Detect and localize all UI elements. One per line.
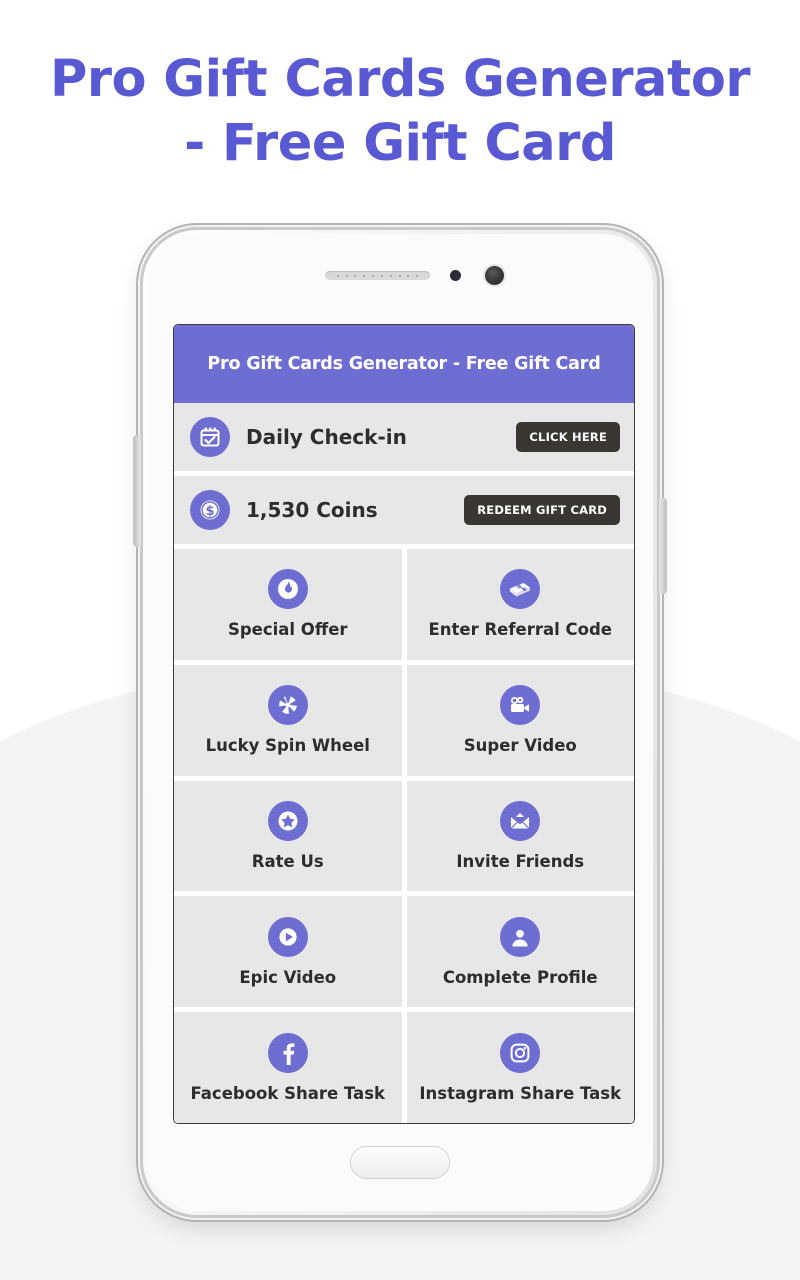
earpiece-speaker-icon <box>325 271 430 280</box>
facebook-icon <box>267 1032 308 1073</box>
tile-super-video[interactable]: Super Video <box>406 664 634 776</box>
tile-label: Enter Referral Code <box>428 620 613 640</box>
daily-checkin-row[interactable]: Daily Check-in CLICK HERE <box>174 403 634 471</box>
tile-lucky-spin-wheel[interactable]: Lucky Spin Wheel <box>174 664 402 776</box>
svg-text:$: $ <box>205 504 214 519</box>
tile-special-offer[interactable]: Special Offer <box>174 549 402 660</box>
phone-body: Pro Gift Cards Generator - Free Gift Car… <box>147 234 653 1211</box>
proximity-sensor-icon <box>450 270 461 281</box>
power-button[interactable] <box>659 498 667 594</box>
app-bar-title: Pro Gift Cards Generator - Free Gift Car… <box>207 354 601 374</box>
tile-epic-video[interactable]: Epic Video <box>174 896 402 1008</box>
daily-checkin-button[interactable]: CLICK HERE <box>516 422 620 452</box>
play-circle-icon <box>267 916 308 957</box>
redeem-gift-card-button[interactable]: REDEEM GIFT CARD <box>464 495 620 525</box>
front-camera-icon <box>485 266 504 285</box>
tile-enter-referral-code[interactable]: Enter Referral Code <box>406 549 634 660</box>
tile-facebook-share-task[interactable]: Facebook Share Task <box>174 1012 402 1123</box>
daily-checkin-label: Daily Check-in <box>246 425 407 449</box>
tile-label: Complete Profile <box>442 967 598 987</box>
coins-label: 1,530 Coins <box>246 498 378 522</box>
envelope-icon <box>500 800 541 841</box>
coupon-tag-icon <box>500 569 541 610</box>
calendar-check-icon <box>190 417 230 457</box>
coin-dollar-icon: $ <box>190 490 230 530</box>
task-grid: Special Offer Enter Referral Code Lucky … <box>174 549 634 1123</box>
home-button[interactable] <box>350 1146 450 1179</box>
promo-screenshot: Pro Gift Cards Generator - Free Gift Car… <box>0 0 800 1280</box>
tile-rate-us[interactable]: Rate Us <box>174 780 402 892</box>
coins-row[interactable]: $ 1,530 Coins REDEEM GIFT CARD <box>174 476 634 544</box>
tile-label: Facebook Share Task <box>190 1083 385 1103</box>
flame-icon <box>267 569 308 610</box>
tile-label: Rate Us <box>251 851 324 871</box>
tile-label: Super Video <box>463 736 577 756</box>
tile-label: Epic Video <box>239 967 337 987</box>
app-bar: Pro Gift Cards Generator - Free Gift Car… <box>174 325 634 403</box>
tile-label: Special Offer <box>227 620 348 640</box>
tile-label: Invite Friends <box>456 851 585 871</box>
volume-rocker-button[interactable] <box>133 435 141 547</box>
star-icon <box>267 800 308 841</box>
page-title-line-2: - Free Gift Card <box>184 114 616 173</box>
spin-wheel-icon <box>267 685 308 726</box>
tile-instagram-share-task[interactable]: Instagram Share Task <box>406 1012 634 1123</box>
instagram-icon <box>500 1032 541 1073</box>
tile-label: Lucky Spin Wheel <box>205 736 370 756</box>
phone-mockup: Pro Gift Cards Generator - Free Gift Car… <box>133 230 667 1215</box>
phone-screen: Pro Gift Cards Generator - Free Gift Car… <box>173 324 635 1124</box>
tile-complete-profile[interactable]: Complete Profile <box>406 896 634 1008</box>
video-camera-icon <box>500 685 541 726</box>
page-title: Pro Gift Cards Generator - Free Gift Car… <box>0 48 800 176</box>
person-icon <box>500 916 541 957</box>
tile-invite-friends[interactable]: Invite Friends <box>406 780 634 892</box>
page-title-line-1: Pro Gift Cards Generator <box>49 50 751 109</box>
tile-label: Instagram Share Task <box>419 1083 622 1103</box>
